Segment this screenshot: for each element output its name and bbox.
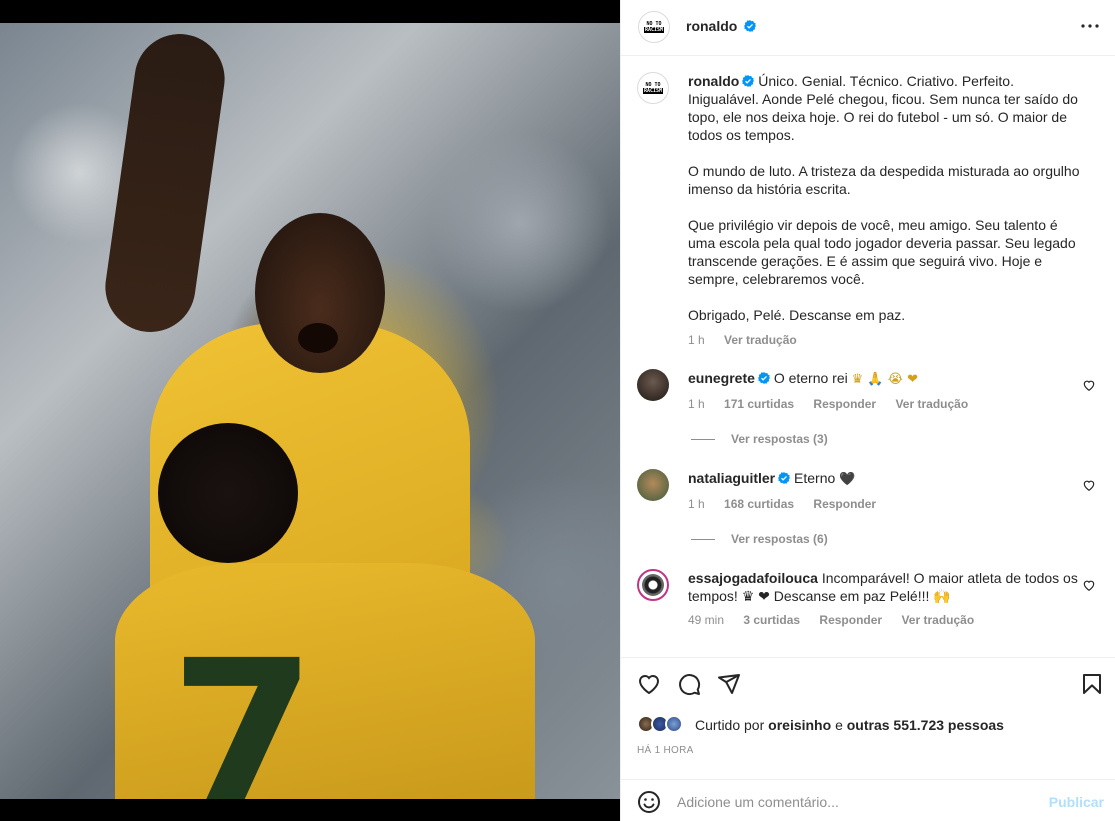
comment-likes[interactable]: 3 curtidas	[743, 613, 800, 627]
caption-body: ronaldo Único. Genial. Técnico. Criativo…	[688, 72, 1088, 348]
liked-by-connector: e	[835, 717, 843, 733]
comment-like-heart-icon[interactable]	[1082, 478, 1096, 492]
comment-text-line: nataliaguitler Eterno 🖤	[688, 469, 1088, 489]
post-timestamp[interactable]: HÁ 1 HORA	[637, 745, 694, 756]
image-head-back	[158, 423, 298, 563]
caption-translate-link[interactable]: Ver tradução	[724, 333, 797, 347]
liked-by: Curtido por oreisinho e outras 551.723 p…	[637, 715, 1004, 735]
like-heart-icon[interactable]	[637, 672, 661, 696]
view-replies-label: Ver respostas (6)	[731, 532, 828, 546]
avatar-logo-line2: RACISM	[643, 27, 665, 33]
comment-reply-button[interactable]: Responder	[813, 397, 876, 411]
post-actions: Curtido por oreisinho e outras 551.723 p…	[621, 657, 1115, 787]
comment-translate-link[interactable]: Ver tradução	[895, 397, 968, 411]
comment-likes[interactable]: 168 curtidas	[724, 497, 794, 511]
post-panel: NO TO RACISM ronaldo NO TO RACISM ronald…	[620, 0, 1115, 821]
comment-emojis: ♛ 🙏 😭 ❤	[851, 372, 918, 387]
verified-icon	[743, 20, 756, 32]
comment-body: eunegrete O eterno rei ♛ 🙏 😭 ❤ 1 h 171 c…	[688, 369, 1088, 412]
comment-emojis: 🖤	[839, 472, 856, 487]
comment-translate-link[interactable]: Ver tradução	[901, 613, 974, 627]
liked-by-prefix: Curtido por	[695, 717, 765, 733]
comment-item: eunegrete O eterno rei ♛ 🙏 😭 ❤ 1 h 171 c…	[637, 369, 1102, 419]
comment-body: essajogadafoilouca Incomparável! O maior…	[688, 569, 1088, 628]
comment-bubble-icon[interactable]	[677, 672, 701, 696]
add-comment-bar: Publicar	[621, 779, 1115, 821]
view-replies-label: Ver respostas (3)	[731, 432, 828, 446]
verified-icon	[778, 472, 791, 484]
post-header: NO TO RACISM ronaldo	[621, 0, 1115, 56]
comment-meta: 49 min 3 curtidas Responder Ver tradução	[688, 612, 1088, 628]
comment-text-line: essajogadafoilouca Incomparável! O maior…	[688, 569, 1088, 605]
replies-line	[691, 538, 715, 540]
author-avatar[interactable]: NO TO RACISM	[638, 11, 670, 43]
comment-reply-button[interactable]: Responder	[819, 613, 882, 627]
liked-by-user[interactable]: oreisinho	[768, 717, 831, 733]
comment-username[interactable]: nataliaguitler	[688, 470, 775, 486]
header-author: ronaldo	[686, 18, 756, 34]
comment-reply-button[interactable]: Responder	[813, 497, 876, 511]
replies-line	[691, 438, 715, 440]
verified-icon	[742, 75, 755, 87]
media-bottom-bar	[0, 799, 620, 821]
avatar-logo: NO TO RACISM	[643, 21, 665, 33]
liked-by-others[interactable]: outras 551.723 pessoas	[847, 717, 1004, 733]
emoji-smile-icon[interactable]	[637, 790, 661, 814]
comment-text-line: eunegrete O eterno rei ♛ 🙏 😭 ❤	[688, 369, 1088, 389]
media-top-bar	[0, 0, 620, 23]
caption-avatar-logo: NO TO RACISM	[642, 82, 664, 94]
comment-avatar[interactable]	[637, 569, 669, 601]
caption-avatar-logo-line2: RACISM	[642, 88, 664, 94]
image-jersey-number: 7	[170, 615, 317, 800]
comment-time[interactable]: 1 h	[688, 497, 705, 511]
comment-likes[interactable]: 171 curtidas	[724, 397, 794, 411]
comment-avatar[interactable]	[637, 469, 669, 501]
comment-input[interactable]	[677, 790, 1037, 814]
verified-icon	[757, 372, 770, 384]
ball-icon	[642, 574, 664, 596]
comment-body: nataliaguitler Eterno 🖤 1 h 168 curtidas…	[688, 469, 1088, 512]
caption-avatar[interactable]: NO TO RACISM	[637, 72, 669, 104]
caption-meta: 1 h Ver tradução	[688, 332, 1088, 348]
image-arm	[99, 28, 231, 338]
view-replies-button[interactable]: Ver respostas (3)	[691, 432, 828, 446]
liker-avatar[interactable]	[665, 715, 683, 733]
comment-username[interactable]: essajogadafoilouca	[688, 570, 818, 586]
comment-like-heart-icon[interactable]	[1082, 378, 1096, 392]
post-image[interactable]: 7	[0, 23, 620, 799]
share-send-icon[interactable]	[717, 672, 741, 696]
view-replies-button[interactable]: Ver respostas (6)	[691, 532, 828, 546]
comments-list[interactable]: NO TO RACISM ronaldo Único. Genial. Técn…	[621, 57, 1115, 657]
caption-text-block: ronaldo Único. Genial. Técnico. Criativo…	[688, 72, 1088, 324]
comment-time[interactable]: 1 h	[688, 397, 705, 411]
comment-time[interactable]: 49 min	[688, 613, 724, 627]
caption-text: Único. Genial. Técnico. Criativo. Perfei…	[688, 73, 1080, 323]
comment-username[interactable]: eunegrete	[688, 370, 755, 386]
comment-avatar[interactable]	[637, 369, 669, 401]
comment-text: Eterno	[794, 470, 836, 486]
author-username[interactable]: ronaldo	[686, 18, 737, 34]
comment-like-heart-icon[interactable]	[1082, 578, 1096, 592]
caption: NO TO RACISM ronaldo Único. Genial. Técn…	[637, 72, 1102, 352]
more-options-icon[interactable]	[1078, 14, 1102, 38]
publish-button[interactable]: Publicar	[1049, 794, 1104, 810]
caption-time[interactable]: 1 h	[688, 333, 705, 347]
comment-item: nataliaguitler Eterno 🖤 1 h 168 curtidas…	[637, 469, 1102, 519]
comment-meta: 1 h 171 curtidas Responder Ver tradução	[688, 396, 1088, 412]
comment-meta: 1 h 168 curtidas Responder	[688, 496, 1088, 512]
liked-by-avatars	[637, 715, 689, 735]
comment-text: O eterno rei	[773, 370, 848, 386]
image-mouth	[298, 323, 338, 353]
caption-username[interactable]: ronaldo	[688, 73, 739, 89]
comment-item: essajogadafoilouca Incomparável! O maior…	[637, 569, 1102, 629]
save-bookmark-icon[interactable]	[1080, 672, 1104, 696]
